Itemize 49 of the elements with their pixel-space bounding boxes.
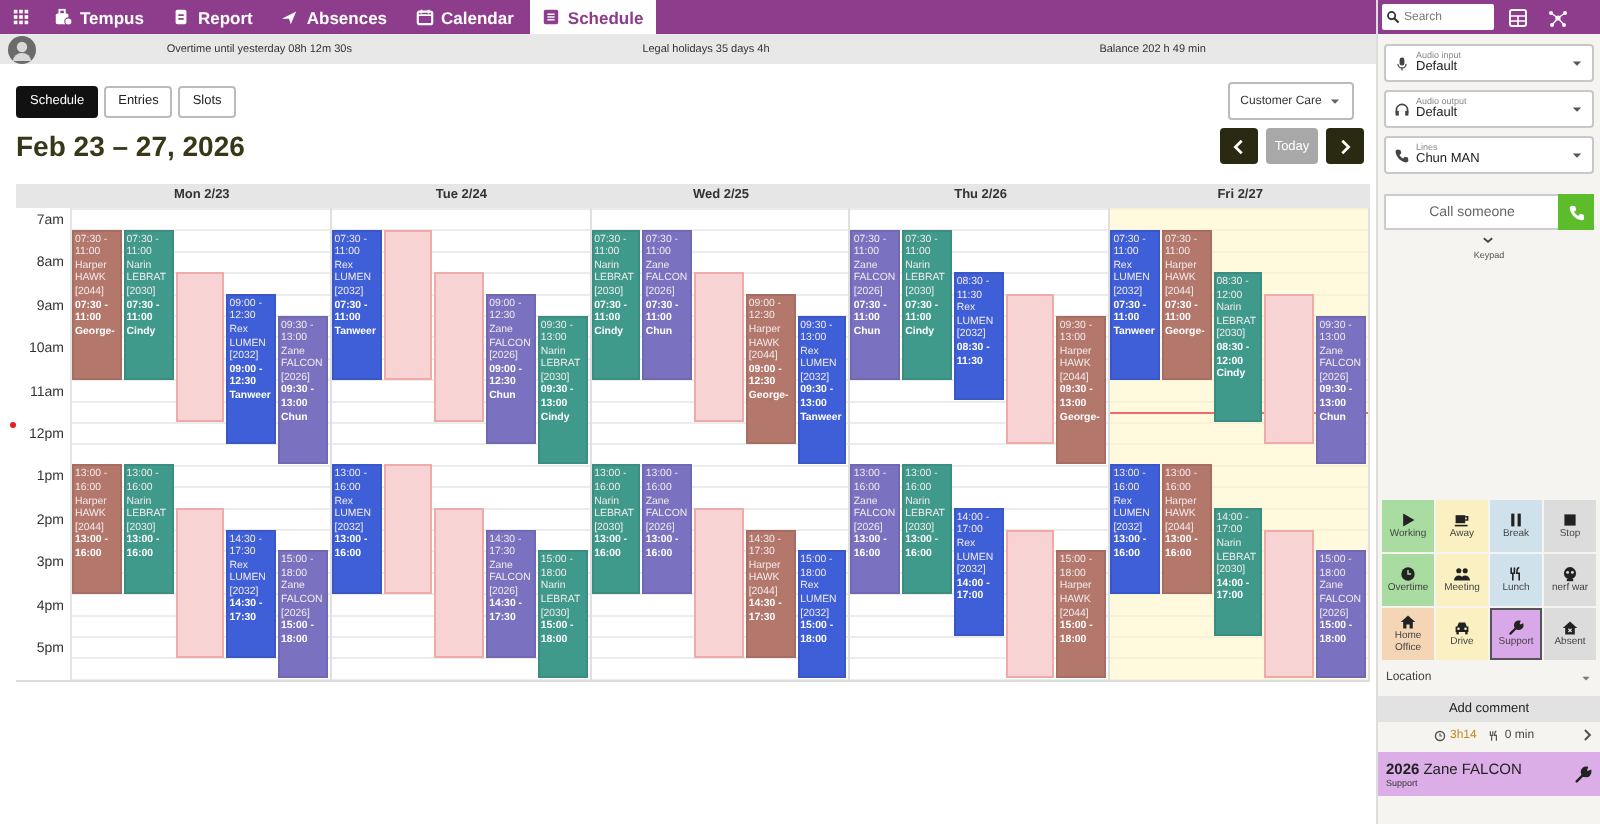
calendar-icon: [415, 8, 434, 26]
cup-icon: [1454, 511, 1470, 528]
expand-button[interactable]: [1580, 728, 1594, 742]
stop-icon: [1562, 511, 1578, 528]
search-icon: [1386, 10, 1400, 24]
clock-icon: [1400, 565, 1416, 582]
airplane-icon: [280, 8, 299, 26]
calculator-icon: [1508, 7, 1528, 27]
apps-grid-icon: [12, 8, 30, 26]
nav-tab[interactable]: Schedule: [529, 0, 656, 34]
house-icon: [1562, 619, 1578, 636]
caret-icon: [1570, 102, 1584, 116]
avatar: [8, 35, 36, 63]
previous-button[interactable]: [1220, 128, 1258, 164]
wrench-icon: [1574, 765, 1592, 783]
play-icon: [1400, 511, 1416, 528]
week-title: Feb 23 – 27, 2026: [16, 130, 245, 162]
chevron-down-icon: [1480, 234, 1497, 246]
clock-icon: [1434, 729, 1446, 741]
house-icon: [1400, 614, 1416, 630]
robot-icon: [1562, 565, 1578, 582]
caret-icon: [1570, 148, 1584, 162]
wrench-icon: [1508, 619, 1524, 636]
slot-block: [383, 464, 433, 594]
headphones-icon: [1394, 101, 1410, 117]
microphone-icon: [1394, 55, 1410, 71]
network-icon: [1548, 7, 1568, 27]
briefcase-icon: [54, 8, 72, 26]
chevron-right-icon: [1336, 137, 1354, 155]
caret-icon: [1570, 56, 1584, 70]
phone-icon: [1567, 203, 1585, 221]
next-button[interactable]: [1326, 128, 1364, 164]
pause-icon: [1508, 511, 1524, 528]
people-icon: [1454, 565, 1470, 582]
chevron-left-icon: [1230, 137, 1248, 155]
nav-tab[interactable]: Calendar: [403, 0, 526, 34]
caret-icon: [1327, 94, 1342, 108]
caret-icon: [1580, 672, 1592, 684]
nav-tab[interactable]: Report: [159, 0, 265, 34]
phone-icon: [1394, 147, 1410, 163]
cutlery-icon: [1488, 729, 1501, 741]
nav-tab[interactable]: Absences: [268, 0, 400, 34]
document-icon: [171, 8, 190, 26]
car-icon: [1454, 619, 1470, 636]
chevron-right-icon: [1580, 728, 1594, 742]
nav-tab[interactable]: Tempus: [42, 0, 156, 34]
current-time-dot: [10, 422, 16, 428]
list-icon: [541, 8, 560, 26]
cutlery-icon: [1508, 565, 1524, 582]
